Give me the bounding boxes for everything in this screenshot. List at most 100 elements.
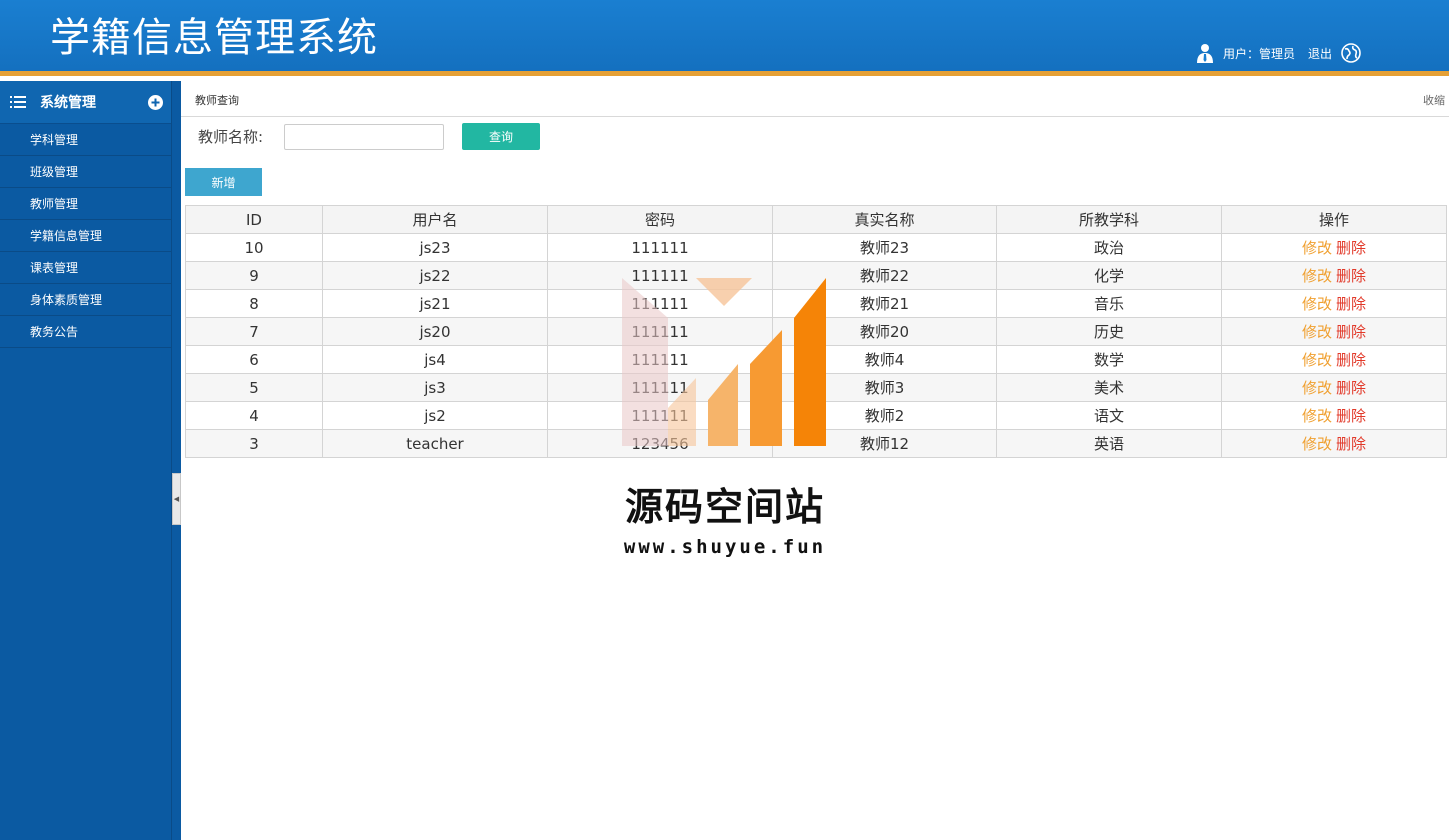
edit-link[interactable]: 修改: [1302, 323, 1332, 341]
edit-link[interactable]: 修改: [1302, 239, 1332, 257]
sidebar-item-student-records[interactable]: 学籍信息管理: [0, 220, 171, 252]
column-header-subject[interactable]: 所教学科: [996, 205, 1222, 234]
edit-link[interactable]: 修改: [1302, 379, 1332, 397]
cell-realname: 教师2: [772, 401, 997, 430]
cell-actions: 修改 删除: [1221, 345, 1447, 374]
add-button[interactable]: 新增: [185, 168, 262, 196]
delete-link[interactable]: 删除: [1336, 295, 1366, 313]
sidebar-item-fitness[interactable]: 身体素质管理: [0, 284, 171, 316]
cell-id: 8: [185, 289, 323, 318]
table-row: 3 teacher 123456 教师12 英语 修改 删除: [185, 429, 1447, 458]
cell-id: 3: [185, 429, 323, 458]
cell-subject: 美术: [996, 373, 1222, 402]
cell-realname: 教师4: [772, 345, 997, 374]
sidebar: 系统管理 学科管理 班级管理 教师管理 学籍信息管理 课表管理 身体素质管理 教…: [0, 81, 171, 840]
cell-realname: 教师12: [772, 429, 997, 458]
cell-actions: 修改 删除: [1221, 373, 1447, 402]
sidebar-item-subject[interactable]: 学科管理: [0, 124, 171, 156]
user-icon: [1196, 44, 1213, 63]
cell-id: 4: [185, 401, 323, 430]
table-header-row: ID 用户名 密码 真实名称 所教学科 操作: [185, 205, 1447, 234]
teacher-table: ID 用户名 密码 真实名称 所教学科 操作 10 js23 111111 教师…: [185, 205, 1447, 458]
cell-username: teacher: [322, 429, 548, 458]
sidebar-heading[interactable]: 系统管理: [0, 81, 171, 124]
sidebar-item-schedule[interactable]: 课表管理: [0, 252, 171, 284]
column-header-password[interactable]: 密码: [547, 205, 773, 234]
delete-link[interactable]: 删除: [1336, 323, 1366, 341]
cell-password: 111111: [547, 345, 773, 374]
cell-subject: 政治: [996, 233, 1222, 262]
sidebar-item-label: 学籍信息管理: [30, 229, 103, 243]
globe-icon[interactable]: [1341, 43, 1361, 63]
cell-id: 10: [185, 233, 323, 262]
sidebar-collapse-handle[interactable]: ◀: [172, 473, 181, 525]
cell-username: js21: [322, 289, 548, 318]
cell-id: 9: [185, 261, 323, 290]
sidebar-item-announcements[interactable]: 教务公告: [0, 316, 171, 348]
current-user-label: 用户：管理员: [1222, 46, 1295, 61]
table-row: 10 js23 111111 教师23 政治 修改 删除: [185, 233, 1447, 262]
breadcrumb-bar: 教师查询 收缩: [181, 81, 1449, 117]
search-label: 教师名称:: [198, 128, 264, 146]
sidebar-heading-label: 系统管理: [40, 95, 96, 111]
app-header: 学籍信息管理系统 用户：管理员 退出: [0, 0, 1449, 76]
sidebar-splitter[interactable]: ◀: [171, 81, 181, 840]
cell-realname: 教师21: [772, 289, 997, 318]
cell-password: 111111: [547, 373, 773, 402]
table-row: 6 js4 111111 教师4 数学 修改 删除: [185, 345, 1447, 374]
cell-username: js20: [322, 317, 548, 346]
teacher-name-input[interactable]: [284, 123, 444, 150]
cell-password: 123456: [547, 429, 773, 458]
cell-actions: 修改 删除: [1221, 233, 1447, 262]
delete-link[interactable]: 删除: [1336, 351, 1366, 369]
user-bar: 用户：管理员 退出: [1196, 43, 1361, 63]
table-row: 8 js21 111111 教师21 音乐 修改 删除: [185, 289, 1447, 318]
cell-realname: 教师23: [772, 233, 997, 262]
sidebar-item-teacher[interactable]: 教师管理: [0, 188, 171, 220]
delete-link[interactable]: 删除: [1336, 435, 1366, 453]
cell-actions: 修改 删除: [1221, 317, 1447, 346]
cell-password: 111111: [547, 233, 773, 262]
cell-subject: 历史: [996, 317, 1222, 346]
table-row: 9 js22 111111 教师22 化学 修改 删除: [185, 261, 1447, 290]
logout-link[interactable]: 退出: [1308, 45, 1332, 62]
chevron-left-icon: ◀: [173, 495, 180, 503]
plus-circle-icon[interactable]: [148, 95, 163, 110]
column-header-username[interactable]: 用户名: [322, 205, 548, 234]
cell-actions: 修改 删除: [1221, 261, 1447, 290]
cell-subject: 语文: [996, 401, 1222, 430]
delete-link[interactable]: 删除: [1336, 379, 1366, 397]
edit-link[interactable]: 修改: [1302, 435, 1332, 453]
edit-link[interactable]: 修改: [1302, 295, 1332, 313]
search-button[interactable]: 查询: [462, 123, 540, 150]
cell-username: js23: [322, 233, 548, 262]
cell-password: 111111: [547, 261, 773, 290]
cell-password: 111111: [547, 317, 773, 346]
cell-actions: 修改 删除: [1221, 401, 1447, 430]
sidebar-item-label: 身体素质管理: [30, 293, 103, 307]
cell-password: 111111: [547, 289, 773, 318]
main-content: 教师查询 收缩 教师名称: 查询 新增 ID 用户名 密码 真实名称 所教学科 …: [181, 81, 1449, 840]
delete-link[interactable]: 删除: [1336, 267, 1366, 285]
sidebar-item-label: 学科管理: [30, 133, 79, 147]
cell-subject: 化学: [996, 261, 1222, 290]
cell-username: js3: [322, 373, 548, 402]
edit-link[interactable]: 修改: [1302, 267, 1332, 285]
cell-realname: 教师20: [772, 317, 997, 346]
delete-link[interactable]: 删除: [1336, 407, 1366, 425]
table-row: 7 js20 111111 教师20 历史 修改 删除: [185, 317, 1447, 346]
cell-actions: 修改 删除: [1221, 429, 1447, 458]
cell-id: 7: [185, 317, 323, 346]
column-header-realname[interactable]: 真实名称: [772, 205, 997, 234]
cell-username: js22: [322, 261, 548, 290]
search-row: 教师名称: 查询: [198, 123, 540, 150]
cell-username: js2: [322, 401, 548, 430]
cell-username: js4: [322, 345, 548, 374]
delete-link[interactable]: 删除: [1336, 239, 1366, 257]
collapse-link[interactable]: 收缩: [1423, 92, 1445, 108]
edit-link[interactable]: 修改: [1302, 351, 1332, 369]
sidebar-item-class[interactable]: 班级管理: [0, 156, 171, 188]
column-header-id[interactable]: ID: [185, 205, 323, 234]
edit-link[interactable]: 修改: [1302, 407, 1332, 425]
cell-realname: 教师22: [772, 261, 997, 290]
